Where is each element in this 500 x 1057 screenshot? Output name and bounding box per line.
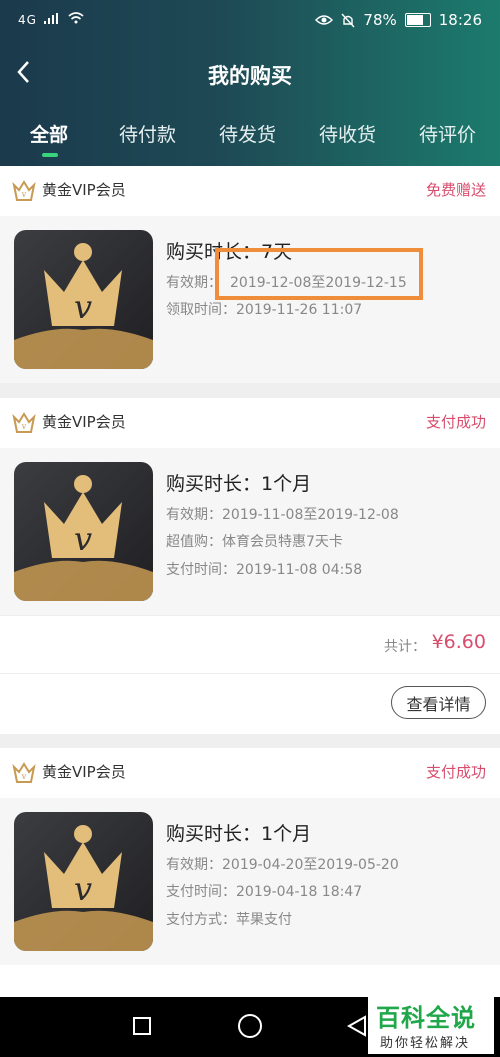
total-amount: ¥6.60 xyxy=(431,631,486,653)
status-badge: 支付成功 xyxy=(425,413,486,431)
annotation-highlight-box xyxy=(215,248,423,300)
order-card[interactable]: v 黄金VIP会员 支付成功 v 购买时长：1个月 有效期：2019-04-20… xyxy=(0,748,500,997)
tab-indicator xyxy=(42,153,58,157)
signal-indicator: 4G xyxy=(18,12,84,27)
svg-text:v: v xyxy=(74,520,92,558)
battery-percent: 78% xyxy=(363,11,397,29)
product-name: 黄金VIP会员 xyxy=(42,413,126,431)
svg-text:v: v xyxy=(74,288,92,326)
bundle-offer: 超值购：体育会员特惠7天卡 xyxy=(166,534,343,550)
wifi-icon xyxy=(68,12,84,24)
network-type: 4G xyxy=(18,13,37,27)
signal-icon xyxy=(43,13,58,24)
total-label: 共计： xyxy=(384,639,426,655)
battery-icon xyxy=(404,13,431,27)
svg-text:v: v xyxy=(21,772,27,781)
validity-label: 有效期： xyxy=(166,275,222,291)
mute-bell-icon xyxy=(341,13,355,27)
validity-period: 有效期：2019-04-20至2019-05-20 xyxy=(166,857,399,873)
svg-text:v: v xyxy=(21,422,27,431)
purchase-duration: 购买时长：1个月 xyxy=(166,823,312,845)
order-card[interactable]: v 黄金VIP会员 支付成功 v 购买时长：1个月 有效期：2019-11-08… xyxy=(0,398,500,734)
order-tabs: 全部 待付款 待发货 待收货 待评价 xyxy=(0,120,500,166)
back-triangle-icon[interactable] xyxy=(346,1015,368,1037)
order-header: v 黄金VIP会员 支付成功 xyxy=(0,748,500,798)
product-thumbnail: v xyxy=(14,230,153,369)
eye-icon xyxy=(315,15,334,25)
product-thumbnail: v xyxy=(14,812,153,951)
app-header: 4G 78% 18:26 我的购买 全部 待付款 待发货 待收货 待评价 xyxy=(0,0,500,166)
status-badge: 免费赠送 xyxy=(425,181,486,199)
purchase-duration: 购买时长：1个月 xyxy=(166,473,312,495)
product-name: 黄金VIP会员 xyxy=(42,181,126,199)
watermark-subtitle: 助你轻松解决 xyxy=(380,1036,471,1051)
payment-time: 支付时间：2019-04-18 18:47 xyxy=(166,884,363,900)
product-row[interactable]: v 购买时长：1个月 有效期：2019-04-20至2019-05-20 支付时… xyxy=(0,798,500,965)
vip-crown-logo-icon: v xyxy=(14,825,153,951)
watermark-title: 百科全说 xyxy=(376,1004,476,1032)
payment-method: 支付方式：苹果支付 xyxy=(166,912,292,928)
payment-time: 支付时间：2019-11-08 04:58 xyxy=(166,562,363,578)
tab-all[interactable]: 全部 xyxy=(30,120,68,147)
tab-pending-receipt[interactable]: 待收货 xyxy=(319,120,376,147)
page-title: 我的购买 xyxy=(208,64,292,88)
product-name: 黄金VIP会员 xyxy=(42,763,126,781)
vip-crown-icon: v xyxy=(12,180,36,201)
validity-period: 有效期：2019-11-08至2019-12-08 xyxy=(166,507,399,523)
order-header: v 黄金VIP会员 支付成功 xyxy=(0,398,500,448)
clock: 18:26 xyxy=(438,11,482,29)
svg-text:v: v xyxy=(21,190,27,199)
product-row[interactable]: v 购买时长：1个月 有效期：2019-11-08至2019-12-08 超值购… xyxy=(0,448,500,615)
vip-crown-icon: v xyxy=(12,762,36,783)
status-bar: 4G 78% 18:26 xyxy=(0,0,500,42)
watermark-logo: 百科全说 助你轻松解决 xyxy=(368,996,494,1054)
tab-pending-shipment[interactable]: 待发货 xyxy=(219,120,276,147)
title-bar: 我的购买 xyxy=(0,50,500,98)
order-total-row: 共计： ¥6.60 xyxy=(0,615,500,674)
tab-pending-review[interactable]: 待评价 xyxy=(419,120,476,147)
order-header: v 黄金VIP会员 免费赠送 xyxy=(0,166,500,216)
vip-crown-logo-icon: v xyxy=(14,243,153,369)
product-thumbnail: v xyxy=(14,462,153,601)
claim-time: 领取时间：2019-11-26 11:07 xyxy=(166,302,363,318)
svg-text:v: v xyxy=(74,870,92,908)
vip-crown-icon: v xyxy=(12,412,36,433)
home-button[interactable] xyxy=(238,1014,262,1038)
order-actions: 查看详情 xyxy=(0,673,500,736)
tab-pending-payment[interactable]: 待付款 xyxy=(119,120,176,147)
vip-crown-logo-icon: v xyxy=(14,475,153,601)
view-details-button[interactable]: 查看详情 xyxy=(391,686,486,719)
status-badge: 支付成功 xyxy=(425,763,486,781)
recents-button[interactable] xyxy=(133,1017,151,1035)
